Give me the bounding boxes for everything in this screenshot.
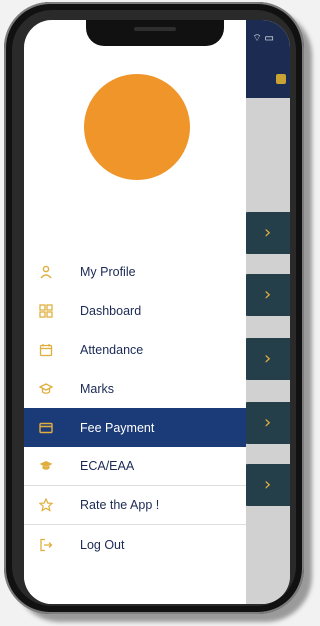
menu-label: Rate the App ! <box>80 498 160 512</box>
menu-label: Fee Payment <box>80 420 155 435</box>
notification-icon[interactable] <box>276 74 286 84</box>
speaker <box>134 27 176 31</box>
avatar[interactable] <box>84 74 190 180</box>
menu-item-attendance[interactable]: Attendance <box>24 330 246 369</box>
menu-label: Dashboard <box>80 303 142 318</box>
card-3[interactable]: › <box>242 338 290 380</box>
card-2[interactable]: › <box>242 274 290 316</box>
drawer-menu: My Profile Dashboard Attendance Marks Fe… <box>24 252 246 564</box>
chevron-right-icon: › <box>264 222 272 243</box>
menu-item-rate-the-app[interactable]: Rate the App ! <box>24 486 246 525</box>
menu-item-fee-payment[interactable]: Fee Payment <box>24 408 246 447</box>
menu-item-eca-eaa[interactable]: ECA/EAA <box>24 447 246 486</box>
phone-frame: ⌔ ▭ › › › › › My Profile Dashboard Atten… <box>4 2 304 614</box>
credit-card-icon <box>38 420 54 436</box>
menu-label: My Profile <box>80 264 136 279</box>
menu-item-dashboard[interactable]: Dashboard <box>24 291 246 330</box>
person-icon <box>38 264 54 280</box>
menu-item-log-out[interactable]: Log Out <box>24 525 246 564</box>
menu-label: Marks <box>80 381 115 396</box>
menu-label: Attendance <box>80 342 144 357</box>
status-icons: ⌔ ▭ <box>252 33 274 44</box>
menu-item-marks[interactable]: Marks <box>24 369 246 408</box>
notch <box>86 20 224 46</box>
menu-label: ECA/EAA <box>80 459 135 473</box>
menu-label: Log Out <box>80 537 125 552</box>
logout-icon <box>38 537 54 553</box>
chevron-right-icon: › <box>264 284 272 305</box>
card-5[interactable]: › <box>242 464 290 506</box>
card-1[interactable]: › <box>242 212 290 254</box>
chevron-right-icon: › <box>264 412 272 433</box>
mortarboard-icon <box>38 458 54 474</box>
star-icon <box>38 497 54 513</box>
navigation-drawer: My Profile Dashboard Attendance Marks Fe… <box>24 20 246 604</box>
card-4[interactable]: › <box>242 402 290 444</box>
chevron-right-icon: › <box>264 348 272 369</box>
dashboard-icon <box>38 303 54 319</box>
calendar-icon <box>38 342 54 358</box>
chevron-right-icon: › <box>264 474 272 495</box>
graduation-cap-icon <box>38 381 54 397</box>
menu-item-my-profile[interactable]: My Profile <box>24 252 246 291</box>
screen: ⌔ ▭ › › › › › My Profile Dashboard Atten… <box>24 20 290 604</box>
